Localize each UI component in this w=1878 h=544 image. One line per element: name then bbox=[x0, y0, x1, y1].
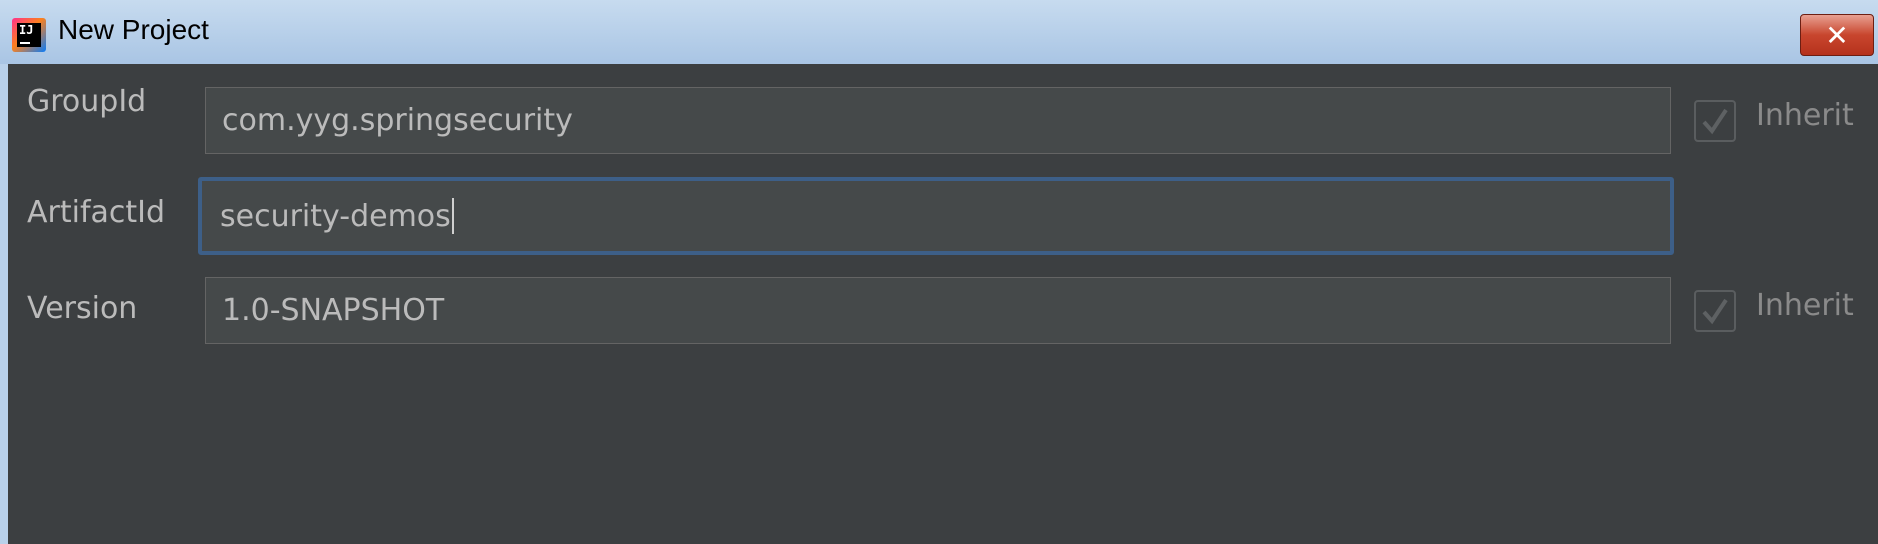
version-input[interactable]: 1.0-SNAPSHOT bbox=[205, 277, 1671, 344]
group-id-label: GroupId bbox=[27, 84, 147, 119]
version-inherit-label: Inherit bbox=[1756, 288, 1854, 323]
group-id-inherit-checkbox[interactable] bbox=[1694, 100, 1736, 142]
title-bar[interactable]: IJ New Project ✕ bbox=[0, 0, 1878, 64]
version-inherit-checkbox[interactable] bbox=[1694, 290, 1736, 332]
artifact-id-label: ArtifactId bbox=[27, 195, 166, 230]
artifact-id-input[interactable]: security-demos bbox=[198, 177, 1674, 255]
intellij-logo-icon: IJ bbox=[12, 18, 46, 52]
dialog-content: GroupId com.yyg.springsecurity Inherit A… bbox=[8, 64, 1878, 544]
group-id-value: com.yyg.springsecurity bbox=[222, 103, 573, 138]
checkmark-icon bbox=[1702, 108, 1728, 135]
close-icon: ✕ bbox=[1825, 18, 1849, 52]
logo-text: IJ bbox=[19, 23, 34, 37]
version-label: Version bbox=[27, 291, 138, 326]
version-value: 1.0-SNAPSHOT bbox=[222, 293, 445, 328]
new-project-dialog: IJ New Project ✕ GroupId com.yyg.springs… bbox=[0, 0, 1878, 544]
checkmark-icon bbox=[1702, 298, 1728, 325]
group-id-inherit-label: Inherit bbox=[1756, 98, 1854, 133]
text-caret bbox=[451, 198, 454, 234]
artifact-id-value: security-demos bbox=[220, 198, 451, 234]
group-id-input[interactable]: com.yyg.springsecurity bbox=[205, 87, 1671, 154]
window-title: New Project bbox=[58, 14, 209, 45]
close-button[interactable]: ✕ bbox=[1800, 14, 1874, 56]
